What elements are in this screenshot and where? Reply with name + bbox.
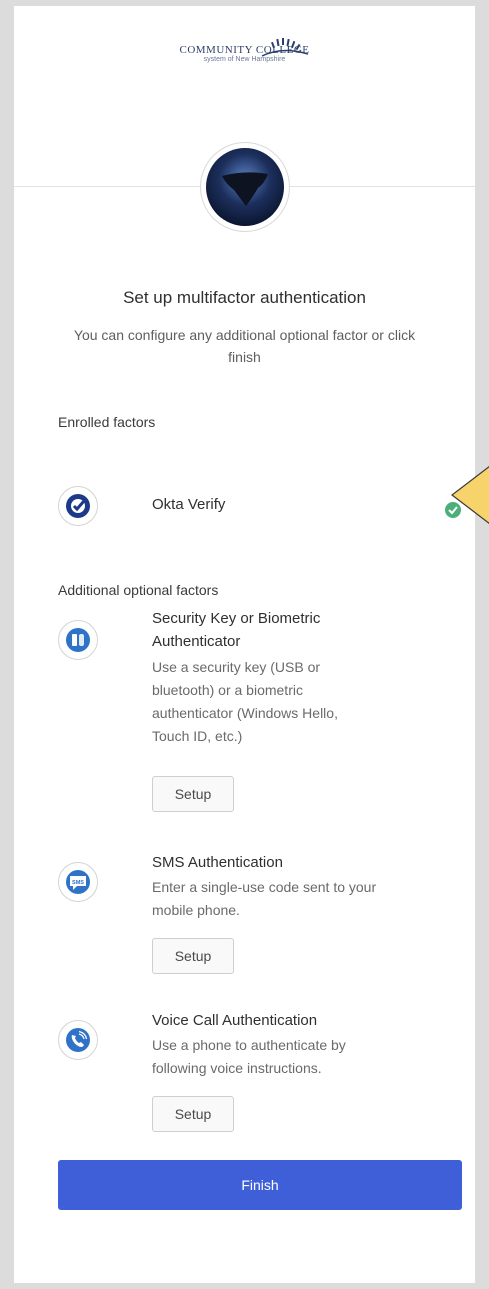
enrolled-factors-label: Enrolled factors [58,414,156,430]
manta-ray-image-icon [206,148,284,226]
security-key-title-line2: Authenticator [152,633,241,650]
auth-card: COMMUNITY COLLEGE system of New Hampshir… [14,6,475,1283]
college-logo-subtitle: system of New Hampshire [203,56,286,63]
header-divider-left [14,186,200,187]
security-key-desc-line4: Touch ID, etc.) [152,728,243,744]
sms-desc-line1: Enter a single-use code sent to your [152,879,377,895]
okta-verify-icon [58,486,98,526]
avatar-image [206,148,284,226]
optional-factors-label: Additional optional factors [58,582,219,598]
sms-title: SMS Authentication [152,854,283,871]
okta-verify-title: Okta Verify [152,496,226,513]
security-key-title-line1: Security Key or Biometric [152,610,321,627]
page-title: Set up multifactor authentication [123,288,366,307]
voice-call-desc-line2: following voice instructions. [152,1060,322,1076]
security-key-desc-line3: authenticator (Windows Hello, [152,705,338,721]
voice-call-desc-line1: Use a phone to authenticate by [152,1037,346,1053]
security-key-icon [58,620,98,660]
header-divider-right [289,186,475,187]
voice-call-title: Voice Call Authentication [152,1012,318,1029]
sms-setup-button[interactable]: Setup [152,938,234,974]
sms-icon-text: SMS [72,880,84,886]
avatar [200,142,290,232]
voice-call-icon [58,1020,98,1060]
voice-call-setup-button[interactable]: Setup [152,1096,234,1132]
security-key-desc-line1: Use a security key (USB or [152,659,321,675]
sms-icon: SMS [58,862,98,902]
security-key-desc-line2: bluetooth) or a biometric [152,682,303,698]
callout-pointer-icon [451,466,489,524]
page-subtitle: You can configure any additional optiona… [73,327,416,365]
finish-button[interactable]: Finish [58,1160,462,1210]
sms-desc-line2: mobile phone. [152,902,240,918]
college-logo-name: COMMUNITY COLLEGE [179,44,310,56]
security-key-setup-button[interactable]: Setup [152,776,234,812]
